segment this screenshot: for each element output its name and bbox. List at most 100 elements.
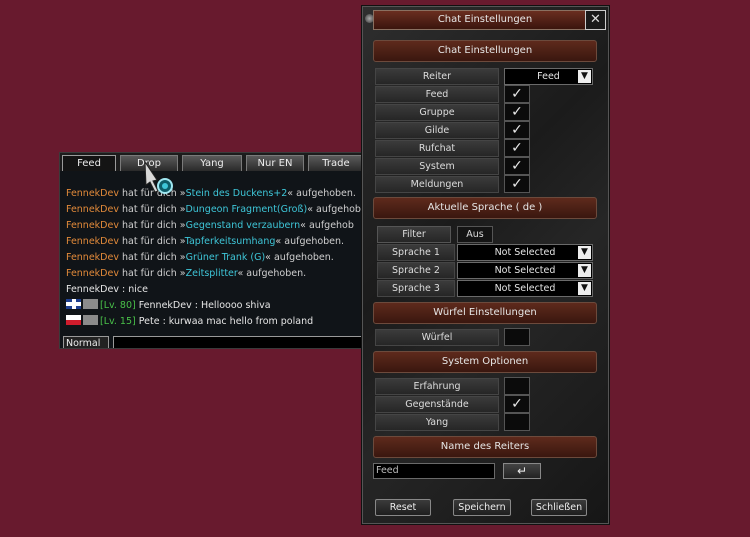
language-value-3: Not Selected [494,283,556,294]
player-name: FennekDev [66,268,119,279]
item-link[interactable]: Zeitsplitter [186,268,238,279]
poland-flag-icon [66,315,81,325]
channel-label-system: System [375,158,499,175]
chat-tab-trade[interactable]: Trade [308,155,362,171]
player-name: FennekDev [66,204,119,215]
chat-input[interactable] [113,336,362,348]
chat-line: FennekDev : nice [66,284,148,295]
language-dropdown-2[interactable]: Not Selected ▼ [457,262,593,279]
close-button[interactable]: ✕ [585,10,606,30]
reiter-dropdown[interactable]: Feed ▼ [504,68,593,85]
system-checkbox-gegenstaende[interactable]: ✓ [504,395,530,413]
close-window-button[interactable]: Schließen [531,499,587,516]
save-button[interactable]: Speichern [453,499,511,516]
item-link[interactable]: Stein des Duckens+2 [186,188,288,199]
system-label-gegenstaende: Gegenstände [375,396,499,413]
chat-text: « aufgehoben. [275,236,345,247]
chat-line: FennekDev hat für dich »Zeitsplitter« au… [66,266,362,282]
system-checkbox-yang[interactable] [504,413,530,431]
chat-line: FennekDev hat für dich »Stein des Ducken… [66,186,362,202]
section-tab-name: Name des Reiters [373,436,597,458]
channel-checkbox-gilde[interactable]: ✓ [504,121,530,139]
chat-tab-nur-en[interactable]: Nur EN [246,155,304,171]
channel-label-gilde: Gilde [375,122,499,139]
window-title[interactable]: Chat Einstellungen [373,10,597,30]
channel-checkbox-rufchat[interactable]: ✓ [504,139,530,157]
chat-tab-bar: Feed Drop Yang Nur EN Trade [60,153,362,171]
system-label-erfahrung: Erfahrung [375,378,499,395]
item-link[interactable]: Dungeon Fragment(Groß) [185,204,307,215]
reiter-label: Reiter [375,68,499,85]
chat-tab-yang[interactable]: Yang [182,155,242,171]
empire-icon [83,299,98,309]
section-system-options: System Optionen [373,351,597,373]
chat-message-list: FennekDev hat für dich »Stein des Ducken… [66,186,362,330]
chat-tab-feed[interactable]: Feed [62,155,116,171]
item-link[interactable]: Tapferkeitsumhang [185,236,276,247]
item-link[interactable]: Gegenstand verzaubern [186,220,301,231]
channel-checkbox-feed[interactable]: ✓ [504,85,530,103]
chat-window: Feed Drop Yang Nur EN Trade FennekDev ha… [59,152,363,349]
player-name: FennekDev [66,188,119,199]
game-cursor-icon [144,160,173,194]
uk-flag-icon [66,299,81,309]
chat-text: hat für dich » [118,236,185,247]
tab-name-input[interactable]: Feed [373,463,495,479]
language-value-2: Not Selected [494,265,556,276]
section-chat-settings: Chat Einstellungen [373,40,597,62]
item-link[interactable]: Grüner Trank (G) [186,252,266,263]
dropdown-arrow-icon[interactable]: ▼ [578,70,591,83]
chat-text: « aufgehoben. [237,268,307,279]
dice-label: Würfel [375,329,499,346]
language-value-1: Not Selected [494,247,556,258]
chat-text: hat für dich » [118,268,186,279]
chat-text: « aufgehob [300,220,354,231]
filter-toggle[interactable]: Aus [457,226,493,243]
chat-text: « aufgehob [307,204,361,215]
language-dropdown-3[interactable]: Not Selected ▼ [457,280,593,297]
chat-line: [Lv. 80] FennekDev : Helloooo shiva [66,298,362,314]
section-dice: Würfel Einstellungen [373,302,597,324]
chat-line: [Lv. 15] Pete : kurwaa mac hello from po… [66,314,362,330]
chat-settings-window: Chat Einstellungen ✕ Chat Einstellungen … [362,6,609,524]
section-language: Aktuelle Sprache ( de ) [373,197,597,219]
channel-checkbox-gruppe[interactable]: ✓ [504,103,530,121]
channel-checkbox-system[interactable]: ✓ [504,157,530,175]
channel-label-gruppe: Gruppe [375,104,499,121]
player-level: [Lv. 15] [100,316,136,327]
dropdown-arrow-icon[interactable]: ▼ [578,246,591,259]
chat-text: « aufgehoben. [287,188,356,199]
filter-label: Filter [377,226,451,243]
dice-checkbox[interactable] [504,328,530,346]
player-name: FennekDev [66,220,119,231]
channel-checkbox-meldungen[interactable]: ✓ [504,175,530,193]
enter-button[interactable]: ↵ [503,463,541,479]
language-label-3: Sprache 3 [377,280,455,297]
language-label-2: Sprache 2 [377,262,455,279]
reiter-value: Feed [537,71,560,82]
channel-label-meldungen: Meldungen [375,176,499,193]
chat-text: hat für dich » [118,204,186,215]
chat-line: FennekDev hat für dich »Grüner Trank (G)… [66,250,362,266]
chat-text: hat für dich » [118,252,186,263]
chat-input-row: Normal [63,336,362,348]
chat-mode-button[interactable]: Normal [63,336,109,348]
channel-label-feed: Feed [375,86,499,103]
chat-text: FennekDev : Helloooo shiva [135,300,271,311]
chat-text: « aufgehoben. [265,252,334,263]
chat-line: FennekDev hat für dich »Gegenstand verza… [66,218,362,234]
dropdown-arrow-icon[interactable]: ▼ [578,264,591,277]
reset-button[interactable]: Reset [375,499,431,516]
chat-line: FennekDev hat für dich »Dungeon Fragment… [66,202,362,218]
chat-text: Pete : kurwaa mac hello from poland [135,316,314,327]
player-level: [Lv. 80] [100,300,136,311]
system-label-yang: Yang [375,414,499,431]
player-name: FennekDev [66,236,119,247]
language-label-1: Sprache 1 [377,244,455,261]
language-dropdown-1[interactable]: Not Selected ▼ [457,244,593,261]
empire-icon [83,315,98,325]
dropdown-arrow-icon[interactable]: ▼ [578,282,591,295]
chat-line: FennekDev hat für dich »Tapferkeitsumhan… [66,234,362,250]
chat-text: hat für dich » [118,220,186,231]
system-checkbox-erfahrung[interactable] [504,377,530,395]
